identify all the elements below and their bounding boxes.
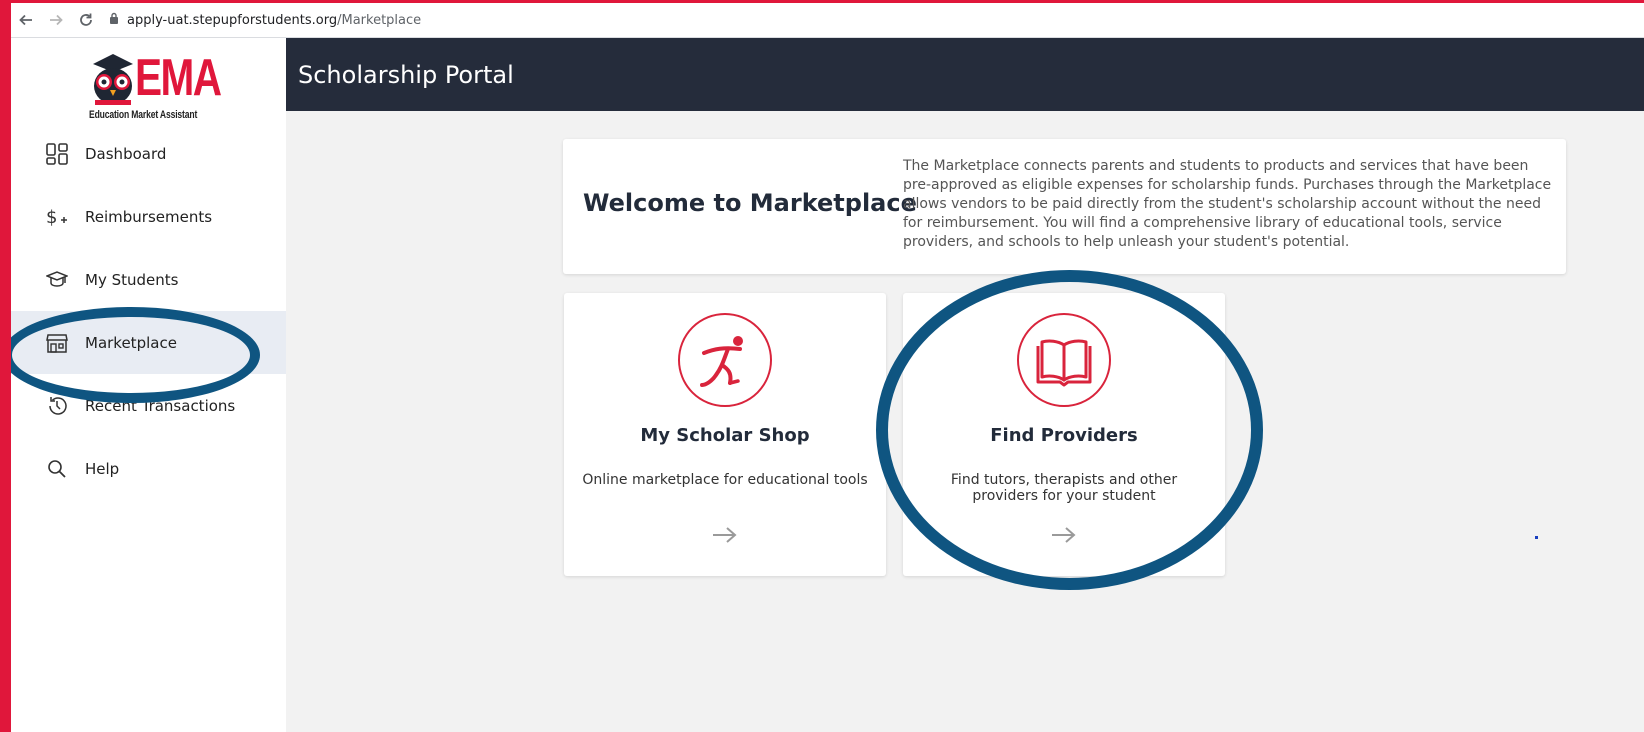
browser-toolbar: apply-uat.stepupforstudents.org/Marketpl… (11, 3, 1644, 38)
history-icon (45, 394, 69, 418)
tile-title: My Scholar Shop (640, 425, 810, 446)
arrow-right-icon[interactable] (710, 525, 740, 545)
welcome-title: Welcome to Marketplace (583, 189, 917, 217)
forward-icon[interactable] (41, 5, 71, 35)
sidebar-item-recent-transactions[interactable]: Recent Transactions (11, 374, 286, 437)
back-icon[interactable] (11, 5, 41, 35)
sidebar-item-label: Recent Transactions (85, 396, 236, 415)
reload-icon[interactable] (71, 5, 101, 35)
sidebar: EMA Education Market Assistant Dashboard… (11, 38, 286, 732)
page-title: Scholarship Portal (298, 60, 514, 89)
sidebar-item-help[interactable]: Help (11, 437, 286, 500)
sidebar-item-label: My Students (85, 270, 179, 289)
url-path: /Marketplace (337, 12, 422, 28)
dashboard-icon (45, 142, 69, 166)
svg-text:$: $ (46, 207, 57, 228)
sidebar-item-reimbursements[interactable]: $ Reimbursements (11, 185, 286, 248)
tile-title: Find Providers (990, 425, 1138, 446)
sidebar-item-label: Reimbursements (85, 207, 213, 226)
sidebar-item-label: Help (85, 459, 120, 478)
running-figure-icon (678, 313, 772, 407)
url-domain: apply-uat.stepupforstudents.org (127, 12, 338, 28)
owl-mascot-icon (93, 54, 133, 105)
main-content: Welcome to Marketplace The Marketplace c… (286, 111, 1644, 732)
welcome-description: The Marketplace connects parents and stu… (903, 158, 1552, 250)
tile-description: Online marketplace for educational tools (582, 472, 868, 488)
dollar-plus-icon: $ (45, 205, 69, 229)
tile-description: Find tutors, therapists and other provid… (950, 472, 1178, 504)
ema-logo[interactable]: EMA Education Market Assistant (89, 46, 222, 122)
search-icon (45, 457, 69, 481)
sidebar-item-label: Marketplace (85, 333, 177, 352)
logo-subtitle: Education Market Assistant (89, 109, 198, 121)
sidebar-item-dashboard[interactable]: Dashboard (11, 122, 286, 185)
sidebar-item-label: Dashboard (85, 144, 167, 163)
lock-icon (109, 12, 119, 28)
tile-my-scholar-shop[interactable]: My Scholar Shop Online marketplace for e… (564, 293, 886, 576)
graduation-cap-icon (45, 268, 69, 292)
arrow-right-icon[interactable] (1049, 525, 1079, 545)
app-header: Scholarship Portal (286, 38, 1644, 111)
sidebar-item-my-students[interactable]: My Students (11, 248, 286, 311)
frame-left-edge (0, 0, 11, 732)
storefront-icon (45, 331, 69, 355)
address-bar[interactable]: apply-uat.stepupforstudents.org/Marketpl… (109, 12, 421, 28)
open-book-icon (1017, 313, 1111, 407)
stray-dot (1535, 536, 1538, 539)
logo-wordmark: EMA (135, 49, 222, 107)
tile-find-providers[interactable]: Find Providers Find tutors, therapists a… (903, 293, 1225, 576)
welcome-card: Welcome to Marketplace The Marketplace c… (563, 139, 1566, 274)
sidebar-item-marketplace[interactable]: Marketplace (11, 311, 286, 374)
